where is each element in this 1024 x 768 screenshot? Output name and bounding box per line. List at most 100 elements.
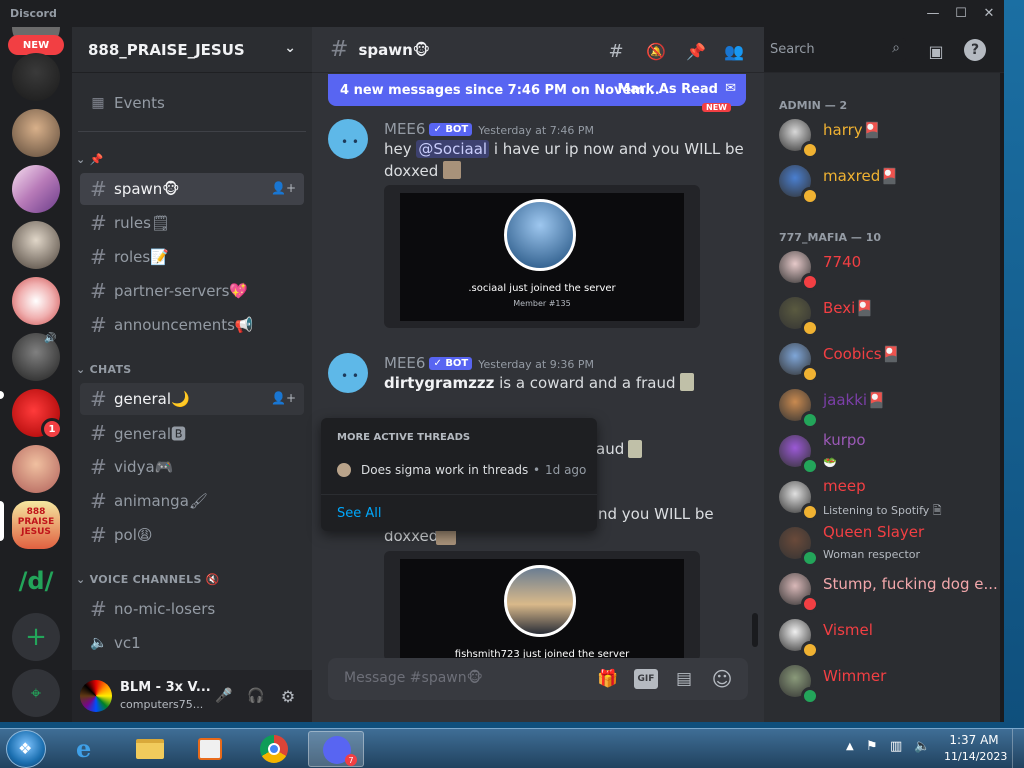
channel-animanga[interactable]: # animanga🖌 [80,485,304,517]
mute-bell-icon[interactable]: 🔕 [644,39,668,63]
gear-icon[interactable]: ⚙ [278,686,298,706]
channel-general[interactable]: # general🌙 👤+ [80,383,304,415]
mention[interactable]: @Sociaal [416,140,490,158]
status-indicator [801,411,819,429]
clock-date[interactable]: 11/14/2023 [944,750,1007,763]
clock-time[interactable]: 1:37 AM [944,733,1004,747]
taskbar-chrome[interactable] [246,731,302,767]
author-name[interactable]: MEE6 [384,354,425,372]
add-user-icon[interactable]: 👤+ [271,181,296,195]
server-icon-888[interactable]: 888 PRAISE JESUS [12,501,60,549]
scrollbar[interactable] [1000,73,1004,722]
avatar[interactable]: • • [328,353,368,393]
emoji-icon[interactable]: ☺ [710,667,734,691]
channel-no-mic-losers[interactable]: # no-mic-losers [80,593,304,625]
status-indicator [801,503,819,521]
member-item[interactable]: meep Listening to Spotify 🗎 [779,477,999,521]
server-icon[interactable] [12,53,60,101]
status-indicator [801,595,819,613]
user-panel: BLM - 3x V... computers75... 🎤 🎧 ⚙ [72,670,312,722]
network-icon[interactable]: ▥ [890,739,902,754]
taskbar-discord[interactable]: 7 [308,731,364,767]
member-item[interactable]: 7740 [779,247,999,291]
mark-as-read-button[interactable]: Mark As Read [617,82,718,97]
headphones-icon[interactable]: 🎧 [246,686,266,706]
message-fragment: aud [596,440,625,458]
guild-header[interactable]: 888_PRAISE_JESUS ⌄ [72,27,312,73]
sticker-icon[interactable]: ▤ [672,667,696,691]
channel-pol[interactable]: # pol😩 [80,519,304,551]
member-item[interactable]: jaakki🎴 [779,385,999,429]
server-icon[interactable] [12,109,60,157]
add-user-icon[interactable]: 👤+ [271,391,296,405]
maximize-button[interactable]: ☐ [946,0,976,27]
pinned-category[interactable]: ⌄ 📌 [76,153,104,166]
start-button[interactable]: ❖ [6,730,46,768]
show-hidden-icons[interactable]: ▲ [846,741,854,752]
add-server-icon[interactable]: + [12,613,60,661]
voice-category[interactable]: ⌄ VOICE CHANNELS 🔇 [76,573,220,586]
flag-icon[interactable]: ⚑ [866,739,878,754]
show-desktop-button[interactable] [1012,729,1024,768]
compass-icon[interactable]: ⌖ [12,669,60,717]
volume-icon[interactable]: 🔈 [914,739,930,754]
thread-item[interactable]: Does sigma work in threads • 1d ago [337,462,587,480]
member-item[interactable]: Queen Slayer Woman respector [779,523,999,567]
member-item[interactable]: Vismel [779,615,999,659]
member-item[interactable]: maxred🎴 [779,161,999,205]
hash-icon: # [90,177,107,201]
channel-label: announcements📢 [114,316,254,334]
server-icon[interactable] [12,221,60,269]
member-item[interactable]: Coobics🎴 [779,339,999,383]
message-composer[interactable]: Message #spawn🐵 🎁 GIF ▤ ☺ [328,658,748,700]
help-icon[interactable]: ? [964,39,986,61]
user-avatar[interactable] [80,680,112,712]
message: MEE6 ✓ BOT Yesterday at 7:46 PM hey @Socia… [384,119,754,182]
avatar[interactable]: • • [328,119,368,159]
inbox-icon[interactable]: ▣ [924,39,948,63]
media-player-icon [198,738,222,760]
channel-roles[interactable]: # roles📝 [80,241,304,273]
member-item[interactable]: harry🎴 [779,115,999,159]
see-all-link[interactable]: See All [337,506,382,521]
category-label: VOICE CHANNELS 🔇 [89,573,220,586]
chats-category[interactable]: ⌄ CHATS [76,363,132,376]
events-item[interactable]: ▦ Events [80,87,304,119]
channel-spawn[interactable]: # spawn🐵 👤+ [80,173,304,205]
member-item[interactable]: Bexi🎴 [779,293,999,337]
voice-channel-vc1[interactable]: 🔈 vc1 [80,627,304,659]
channel-general-b[interactable]: # general🅱 [80,417,304,449]
close-button[interactable]: ✕ [974,0,1004,27]
message-content: hey @Sociaal i have ur ip now and you WI… [384,140,744,180]
user-name: BLM - 3x V... [120,680,211,695]
pin-icon[interactable]: 📌 [684,39,708,63]
taskbar-explorer[interactable] [122,731,178,767]
channel-partner-servers[interactable]: # partner-servers💖 [80,275,304,307]
gift-icon[interactable]: 🎁 [596,667,620,691]
member-activity: Listening to Spotify 🗎 [823,504,942,517]
channel-announcements[interactable]: # announcements📢 [80,309,304,341]
taskbar-internet-explorer[interactable]: e [62,731,118,767]
server-icon[interactable] [12,277,60,325]
server-icon[interactable] [12,445,60,493]
chat-area: # spawn🐵 # 🔕 📌 👥 Search ⌕ ▣ ? 4 new mess… [312,27,1004,722]
microphone-icon[interactable]: 🎤 [214,686,234,706]
taskbar-media-player[interactable] [182,731,238,767]
member-item[interactable]: kurpo 🥗 [779,431,999,475]
threads-icon[interactable]: # [604,39,628,63]
member-item[interactable]: Stump, fucking dog e... [779,569,999,613]
member-list-icon[interactable]: 👥 [722,39,746,63]
minimize-button[interactable]: — [918,0,948,27]
new-messages-bar[interactable]: 4 new messages since 7:46 PM on Novem...… [328,74,746,106]
channel-vidya[interactable]: # vidya🎮 [80,451,304,483]
author-name[interactable]: MEE6 [384,120,425,138]
server-icon-d[interactable]: /d/ [12,557,60,605]
search-input[interactable]: Search ⌕ [764,38,906,62]
member-item[interactable]: Wimmer [779,661,999,705]
composer-placeholder: Message #spawn🐵 [344,670,483,686]
selected-indicator [0,501,4,541]
channel-rules[interactable]: # rules🗒 [80,207,304,239]
scrollbar[interactable] [752,613,758,647]
gif-icon[interactable]: GIF [634,669,658,689]
server-icon[interactable] [12,165,60,213]
